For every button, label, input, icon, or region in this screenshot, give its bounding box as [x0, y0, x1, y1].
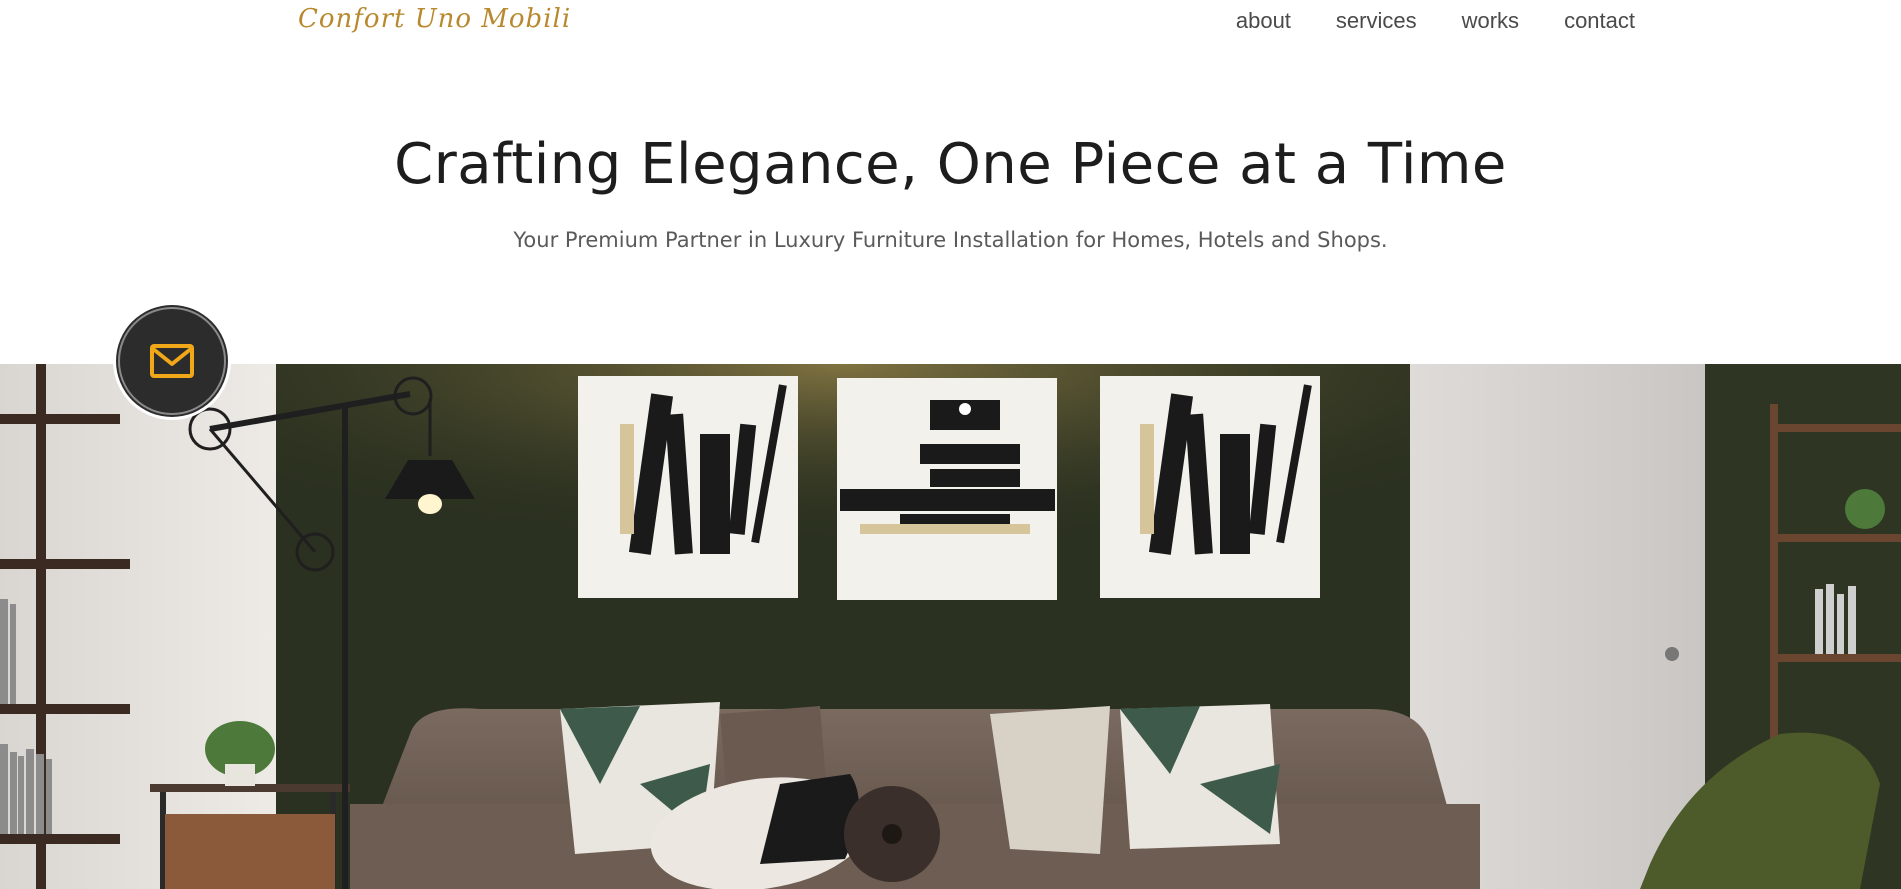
- nav-link-about[interactable]: about: [1236, 8, 1291, 34]
- hero-title: Crafting Elegance, One Piece at a Time: [394, 132, 1507, 197]
- hero-living-room-image: [0, 364, 1901, 889]
- main-nav: about services works contact: [1236, 8, 1635, 34]
- nav-link-services[interactable]: services: [1336, 8, 1417, 34]
- floating-mail-button-inner: [118, 307, 226, 415]
- hero-subtitle: Your Premium Partner in Luxury Furniture…: [513, 228, 1388, 252]
- mail-icon: [150, 344, 194, 378]
- nav-link-works[interactable]: works: [1462, 8, 1519, 34]
- living-room-illustration: [0, 364, 1901, 889]
- logo[interactable]: Confort Uno Mobili: [298, 4, 571, 34]
- site-header: Confort Uno Mobili about services works …: [0, 0, 1901, 48]
- floating-mail-button[interactable]: [113, 302, 231, 420]
- nav-link-contact[interactable]: contact: [1564, 8, 1635, 34]
